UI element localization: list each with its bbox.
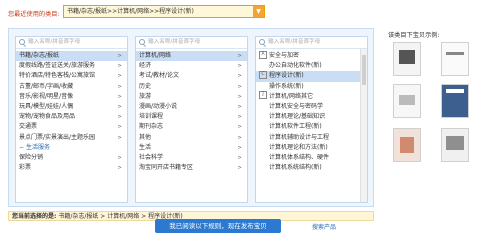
chevron-right-icon: > [117,63,122,70]
chevron-right-icon: > [237,73,242,80]
category-item[interactable]: 计算机安全与密码学 [256,102,367,112]
letter-index-badge: J [259,91,267,100]
category-item[interactable]: 计算机系统结构(新) [256,163,367,173]
collapse-icon[interactable]: − [19,144,26,151]
category-item[interactable]: 景点门票/实景演出/主题乐园 > [16,133,127,143]
category-item[interactable]: 计算机体系结构、硬件 [256,153,367,163]
recent-category-value: 书籍/杂志/报纸>>计算机/网络>>程序设计(新) [67,8,194,15]
category-item[interactable]: 其他 > [136,133,247,143]
category-item[interactable]: 书籍/杂志/报纸 > [16,51,127,62]
category-item[interactable]: 办公自动化软件(新) [256,61,367,71]
column-1-search-input[interactable]: 输入名称/拼音首字母 [16,37,127,49]
search-icon [19,39,25,45]
column-3-list: A 安全与加密 办公自动化软件(新) C 程序设计(新) 操作系统(新) J 计算机/… [256,49,367,173]
category-column-2: 输入名称/拼音首字母 计算机/网络 > 经济 > 考试/教材/论文 > 历史 > 旅游 >… [135,36,248,203]
book-cover-image [441,42,469,76]
book-cover-image [441,84,469,118]
recent-category-select[interactable]: 书籍/杂志/报纸>>计算机/网络>>程序设计(新) ▼ [63,5,265,18]
category-item[interactable]: 计算机理论/基础知识 [256,112,367,122]
letter-index-badge: A [259,50,267,59]
search-icon [259,39,265,45]
search-icon [139,39,145,45]
book-cover-image [393,42,421,76]
column-2-list: 计算机/网络 > 经济 > 考试/教材/论文 > 历史 > 旅游 > 漫画/动漫小说 > 培… [136,49,247,173]
category-item[interactable]: 计算机辅助设计与工程 [256,133,367,143]
category-item[interactable]: 漫画/动漫小说 > [136,102,247,112]
chevron-right-icon: > [117,134,122,141]
category-preview: 该类目下宝贝示例: [383,28,495,207]
category-column-3: 输入名称/拼音首字母 A 安全与加密 办公自动化软件(新) C 程序设计(新) 操作… [255,36,368,203]
book-cover-image [393,84,421,118]
book-cover-image [393,128,421,162]
chevron-right-icon: > [237,165,242,172]
current-selection-label: 您当前选择的是: [12,213,57,220]
chevron-right-icon: > [237,103,242,110]
search-placeholder: 输入名称/拼音首字母 [28,39,81,45]
chevron-right-icon: > [117,103,122,110]
recent-category-label: 您最近使用的类目: [8,11,60,18]
chevron-right-icon: > [237,93,242,100]
chevron-right-icon: > [117,93,122,100]
chevron-right-icon: > [237,154,242,161]
category-item[interactable]: 考试/教材/论文 > [136,71,247,81]
category-item[interactable]: 旅游 > [136,92,247,102]
category-item[interactable]: 期刊杂志 > [136,122,247,132]
search-products-link[interactable]: 搜索产品 [312,222,336,231]
category-item[interactable]: 计算机软件工程(新) [256,122,367,132]
column-3-scrollbar[interactable] [360,49,367,202]
chevron-right-icon: > [117,124,122,131]
dropdown-arrow-icon[interactable]: ▼ [253,6,264,17]
category-item[interactable]: 玩具/模型/娃娃/人偶 > [16,102,127,112]
chevron-right-icon: > [117,53,122,59]
category-item[interactable]: 音乐/影视/明星/音像 > [16,92,127,102]
category-item[interactable]: 计算机/网络 > [136,51,247,62]
chevron-right-icon: > [117,114,122,121]
category-item[interactable]: 计算机理论和方法(新) [256,143,367,153]
category-item[interactable]: 生活 > [136,143,247,153]
search-placeholder: 输入名称/拼音首字母 [148,39,201,45]
column-2-search-input[interactable]: 输入名称/拼音首字母 [136,37,247,49]
search-placeholder: 输入名称/拼音首字母 [268,39,321,45]
category-group-label: − 生活服务 [19,143,50,151]
category-item[interactable]: 社会科学 > [136,153,247,163]
chevron-right-icon: > [237,134,242,141]
category-item[interactable]: 经济 > [136,61,247,71]
category-item[interactable]: 度假线路/签证送关/旅游服务 > [16,61,127,71]
category-item[interactable]: 彩票 > [16,163,127,173]
chevron-right-icon: > [237,144,242,151]
category-item[interactable]: 古董/邮币/字画/收藏 > [16,82,127,92]
chevron-right-icon: > [237,83,242,90]
category-item[interactable]: A 安全与加密 [256,50,367,61]
chevron-right-icon: > [117,165,122,172]
category-item[interactable]: 特价酒店/特色客栈/公寓旅馆 > [16,71,127,81]
scrollbar-thumb[interactable] [362,55,366,85]
book-cover-image [441,128,469,162]
category-item[interactable]: 淘宝同开店书籍专区 > [136,163,247,173]
preview-title: 该类目下宝贝示例: [388,32,440,39]
category-item[interactable]: 操作系统(新) [256,82,367,92]
category-item[interactable]: 培训课程 > [136,112,247,122]
chevron-right-icon: > [237,114,242,121]
category-item[interactable]: 宠物/宠物食品及用品 > [16,112,127,122]
letter-index-badge: C [259,70,267,79]
column-1-list: 书籍/杂志/报纸 > 度假线路/签证送关/旅游服务 > 特价酒店/特色客栈/公寓旅馆… [16,49,127,173]
chevron-right-icon: > [237,53,242,59]
category-item[interactable]: C 程序设计(新) [256,70,367,82]
category-selector: 输入名称/拼音首字母 书籍/杂志/报纸 > 度假线路/签证送关/旅游服务 > 特价酒… [8,28,374,207]
category-column-1: 输入名称/拼音首字母 书籍/杂志/报纸 > 度假线路/签证送关/旅游服务 > 特价酒… [15,36,128,203]
publish-button[interactable]: 我已阅读以下规则，现在发布宝贝 [155,219,281,233]
chevron-right-icon: > [117,73,122,80]
category-item[interactable]: 交通票 > [16,122,127,132]
chevron-right-icon: > [237,124,242,131]
column-3-search-input[interactable]: 输入名称/拼音首字母 [256,37,367,49]
chevron-right-icon: > [117,83,122,90]
category-item[interactable]: 保险分销 > [16,153,127,163]
category-item[interactable]: 历史 > [136,82,247,92]
category-item[interactable]: J 计算机/网络其它 [256,91,367,102]
chevron-right-icon: > [117,154,122,161]
chevron-right-icon: > [237,63,242,70]
